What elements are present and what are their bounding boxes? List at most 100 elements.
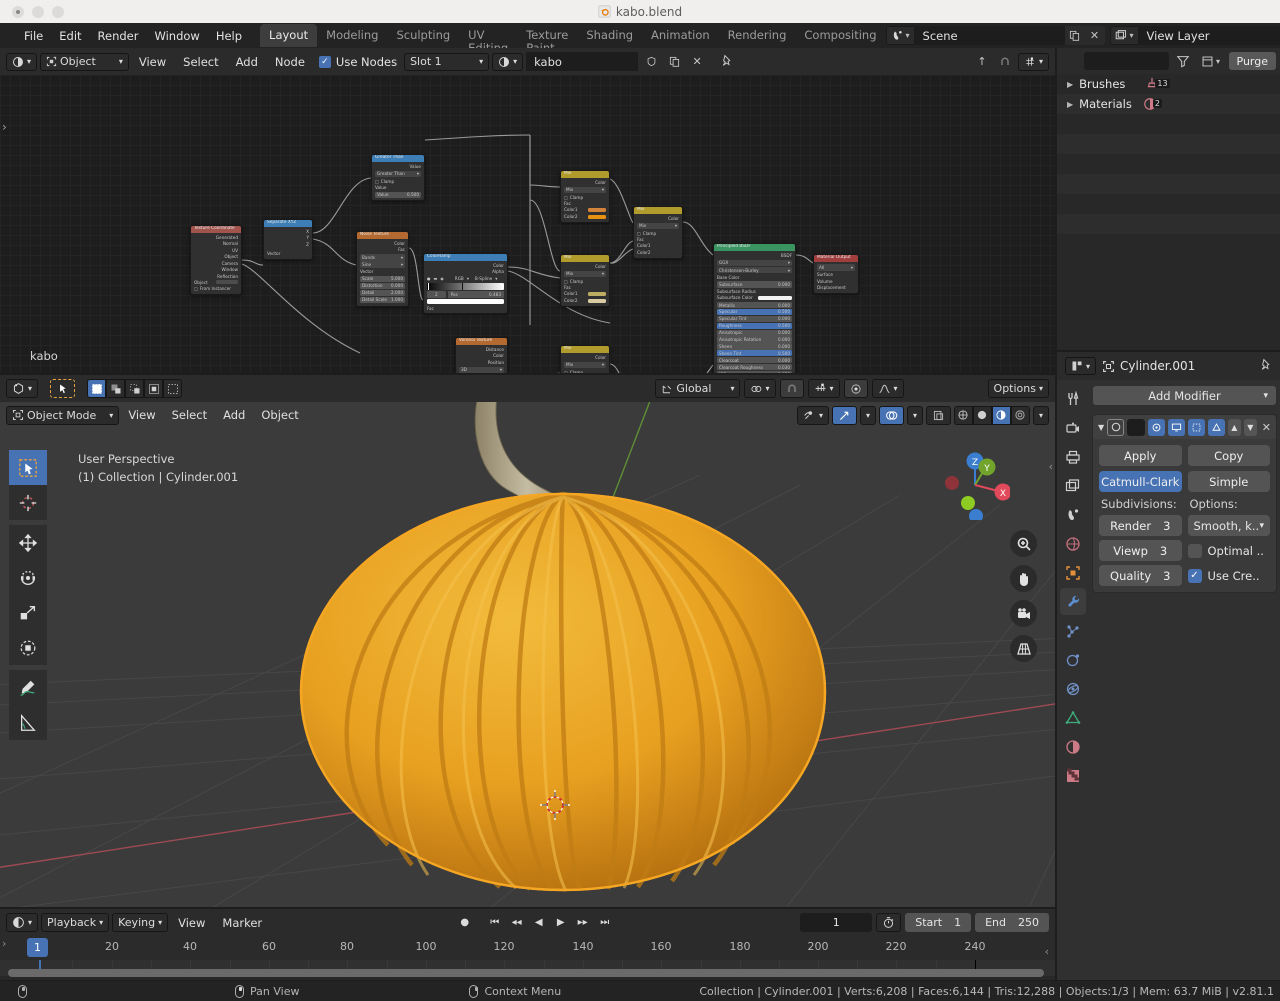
- uv-smooth-dropdown[interactable]: Smooth, k.. ▾: [1187, 515, 1270, 536]
- node-wave-dropdown[interactable]: Sine ▾: [360, 261, 405, 268]
- node-blend-dropdown[interactable]: Mix ▾: [564, 186, 606, 194]
- apply-button[interactable]: Apply: [1099, 445, 1182, 466]
- color-swatch[interactable]: [588, 298, 606, 303]
- timeline-right-toggle[interactable]: ‹: [1045, 945, 1049, 958]
- outliner-row-brushes[interactable]: ▶ Brushes 13: [1057, 74, 1280, 94]
- viewport-menu-view[interactable]: View: [121, 406, 162, 424]
- viewport-options-dropdown[interactable]: Options ▾: [987, 379, 1049, 398]
- pivot-point-dropdown[interactable]: ▾: [744, 379, 776, 398]
- node-ramp-toolrow[interactable]: ● ▬ ◉ RGB ▾ B-Spline ▾: [424, 275, 507, 281]
- node-input-row[interactable]: Value: [372, 184, 424, 190]
- timeline-menu-view[interactable]: View: [171, 914, 212, 932]
- viewlayer-name[interactable]: View Layer: [1138, 26, 1280, 45]
- viewport-menu-add[interactable]: Add: [216, 406, 252, 424]
- snap-parent-button[interactable]: ↑: [971, 52, 992, 71]
- node-voronoi-texture[interactable]: Voronoi Texture Distance Color Position …: [455, 337, 508, 373]
- select-mode-subtract[interactable]: [125, 379, 145, 398]
- triangle-down-icon[interactable]: ▼: [1098, 423, 1104, 432]
- properties-tab-physics[interactable]: [1060, 646, 1086, 673]
- node-param-field[interactable]: Sheen Tint 0.500: [717, 350, 792, 357]
- node-input-row[interactable]: Fac: [424, 305, 507, 311]
- active-tool-button[interactable]: [50, 379, 76, 398]
- shading-rendered[interactable]: [1010, 405, 1030, 425]
- play-reverse-button[interactable]: ◀: [529, 913, 549, 932]
- shading-wireframe[interactable]: [953, 405, 973, 425]
- material-name-field[interactable]: kabo: [526, 52, 639, 71]
- modifier-move-down-button[interactable]: ▼: [1243, 418, 1257, 436]
- auto-keying-toggle[interactable]: [876, 913, 902, 932]
- outliner-search-input[interactable]: [1083, 52, 1169, 70]
- 3d-viewport[interactable]: User Perspective (1) Collection | Cylind…: [0, 375, 1055, 907]
- color-ramp-gradient[interactable]: [427, 282, 504, 290]
- modifier-move-up-button[interactable]: ▲: [1227, 418, 1241, 436]
- material-icon-button[interactable]: ▾: [492, 52, 524, 71]
- node-mix-lower[interactable]: Mix Color Mix▾ □Clamp Fac Color1 Color2: [560, 345, 610, 373]
- optimal-display-checkbox-row[interactable]: Optimal ..: [1187, 540, 1271, 561]
- node-clamp-check[interactable]: □ Clamp: [561, 369, 609, 373]
- viewport-menu-select[interactable]: Select: [165, 406, 214, 424]
- workspace-tab-layout[interactable]: Layout: [260, 24, 318, 47]
- node-canvas[interactable]: Texture Coordinate Generated Normal UV O…: [0, 75, 1055, 373]
- tool-transform[interactable]: [9, 630, 47, 665]
- menu-help[interactable]: Help: [208, 26, 250, 46]
- node-separate-xyz[interactable]: Separate XYZ X Y Z Vector: [263, 219, 313, 260]
- falloff-dropdown[interactable]: ▾: [871, 379, 904, 398]
- simple-button[interactable]: Simple: [1187, 471, 1270, 492]
- modifier-toggle-edit-mode[interactable]: [1167, 418, 1185, 436]
- snap-to-dropdown[interactable]: ▾: [1017, 52, 1049, 71]
- timeline-horizontal-scrollbar[interactable]: [8, 969, 1044, 977]
- node-distortion-field[interactable]: Distortion 0.000: [360, 282, 405, 289]
- pin-icon[interactable]: [710, 54, 733, 70]
- transform-orientation-dropdown[interactable]: Global ▾: [655, 379, 741, 398]
- properties-tab-data[interactable]: [1060, 704, 1086, 731]
- node-input-row[interactable]: Vector: [264, 248, 312, 257]
- modifier-close-button[interactable]: ✕: [1260, 421, 1271, 434]
- expand-triangle-icon[interactable]: ▶: [1067, 80, 1073, 89]
- select-mode-set[interactable]: [87, 379, 107, 398]
- object-mode-dropdown[interactable]: Object Mode ▾: [6, 405, 120, 425]
- timeline-sidebar-toggle[interactable]: ›: [2, 937, 6, 950]
- workspace-tab-animation[interactable]: Animation: [642, 24, 719, 47]
- node-blend-dropdown[interactable]: Mix ▾: [564, 270, 606, 278]
- node-ramp-color-swatch[interactable]: [427, 299, 504, 305]
- properties-tab-render[interactable]: [1060, 414, 1086, 441]
- node-output-row[interactable]: Color: [561, 179, 609, 185]
- playback-dropdown[interactable]: Playback ▾: [41, 913, 110, 932]
- snap-toggle[interactable]: [779, 379, 804, 398]
- ramp-index[interactable]: 2: [427, 291, 446, 298]
- node-color-ramp[interactable]: ColorRamp Color Alpha ● ▬ ◉ RGB ▾ B-Spline ▾…: [423, 253, 508, 315]
- shading-solid[interactable]: [972, 405, 992, 425]
- color-swatch[interactable]: [758, 296, 792, 300]
- checkbox-unchecked-icon[interactable]: [1187, 543, 1202, 558]
- menu-edit[interactable]: Edit: [51, 26, 89, 46]
- node-blend-dropdown[interactable]: Mix ▾: [637, 222, 679, 230]
- material-remove-button[interactable]: ✕: [687, 52, 708, 71]
- scene-icon-button[interactable]: ▾: [885, 26, 915, 45]
- tool-measure[interactable]: [9, 705, 47, 740]
- node-color2-row[interactable]: Color2: [561, 297, 609, 303]
- shader-type-dropdown[interactable]: Object ▾: [40, 52, 129, 71]
- node-dimension-dropdown[interactable]: 3D ▾: [459, 366, 504, 373]
- workspace-tab-sculpting[interactable]: Sculpting: [387, 24, 459, 47]
- quality-field[interactable]: Quality 3: [1099, 565, 1182, 586]
- color-swatch[interactable]: [588, 292, 606, 297]
- copy-button[interactable]: Copy: [1187, 445, 1270, 466]
- timeline-menu-marker[interactable]: Marker: [215, 914, 269, 932]
- node-output-row[interactable]: Color: [634, 215, 682, 221]
- node-param-field[interactable]: Specular 0.500: [717, 308, 792, 316]
- ramp-interpolation[interactable]: B-Spline: [475, 276, 492, 281]
- tool-select-box[interactable]: [9, 450, 47, 485]
- modifier-toggle-on-cage[interactable]: [1147, 418, 1165, 436]
- properties-tab-object[interactable]: [1060, 559, 1086, 586]
- scene-name[interactable]: Scene: [914, 26, 1065, 45]
- node-mix-orange[interactable]: Mix Color Mix ▾ □ Clamp Fac Color1 Color2: [560, 170, 610, 223]
- purge-button[interactable]: Purge: [1228, 52, 1276, 70]
- node-greater-than[interactable]: Greater Than Value Greater Than ▾ □ Clamp …: [371, 154, 425, 202]
- node-input-row[interactable]: Displacement: [814, 284, 858, 290]
- properties-tab-texture[interactable]: [1060, 762, 1086, 789]
- outliner-row-materials[interactable]: ▶ Materials 2: [1057, 94, 1280, 114]
- node-param-field[interactable]: Anisotropic Rotation 0.000: [717, 336, 792, 343]
- pan-view-button[interactable]: [1010, 565, 1037, 592]
- play-button[interactable]: ▶: [551, 913, 571, 932]
- jump-to-start-button[interactable]: ⏮: [485, 913, 505, 932]
